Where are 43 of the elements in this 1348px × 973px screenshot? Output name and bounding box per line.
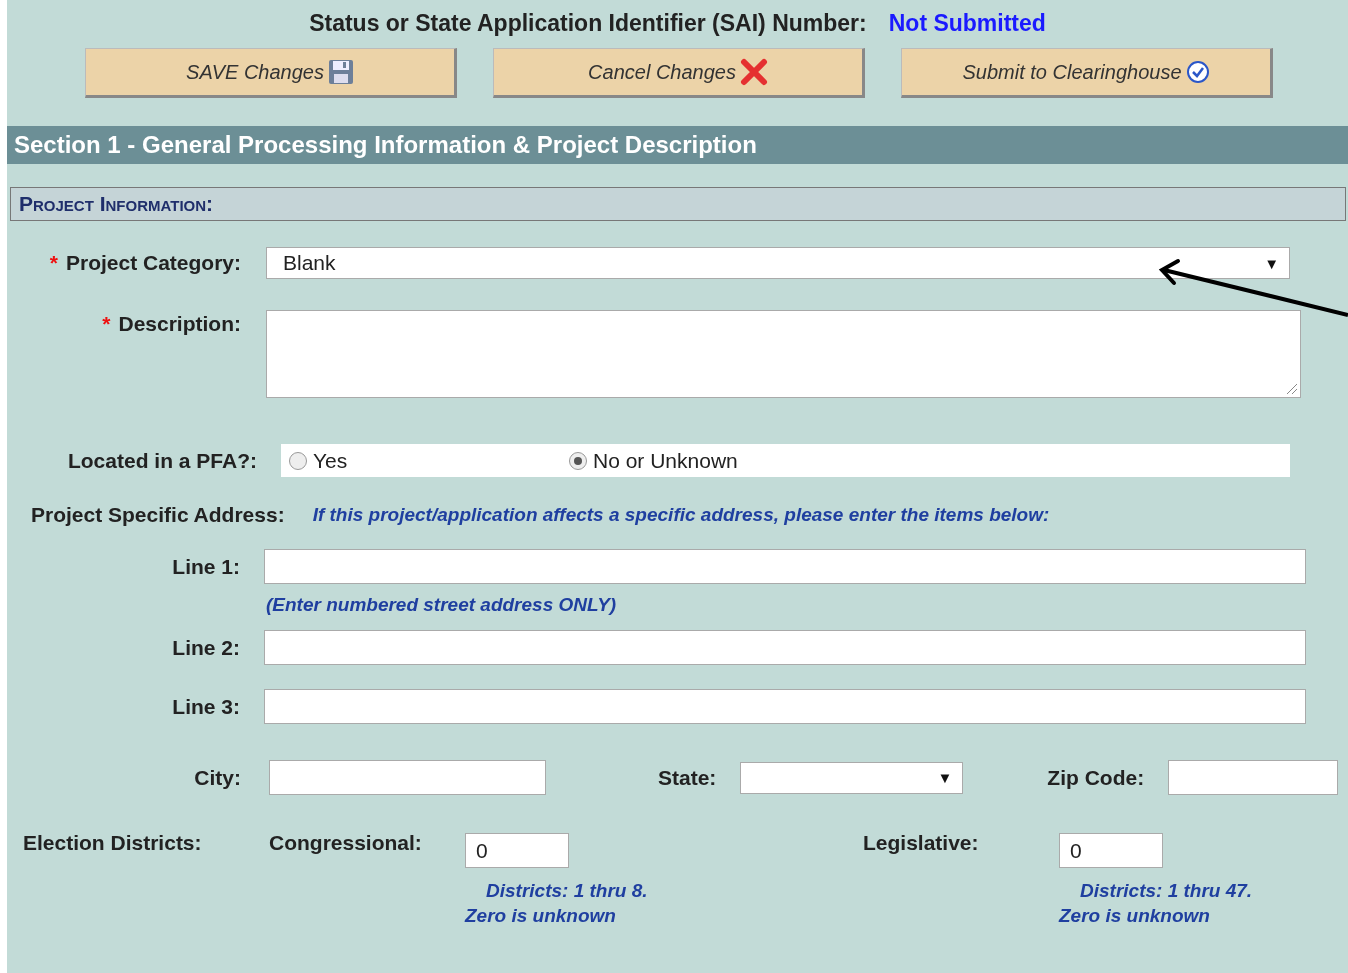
address-field[interactable] — [264, 630, 1306, 665]
sai-label: Status or State Application Identifier (SAI) Number: — [309, 10, 867, 38]
zip-field[interactable] — [1168, 760, 1339, 795]
field-label: Legislative: — [863, 831, 980, 856]
cancel-button[interactable]: Cancel Changes — [493, 48, 865, 98]
check-circle-icon — [1185, 60, 1210, 84]
field-label: Project Specific Address: — [31, 503, 285, 527]
section-header: Section 1 - General Processing Information & Project Description — [7, 126, 1348, 164]
field-label: City: — [194, 765, 241, 789]
status-value: Not Submitted — [888, 10, 1046, 38]
field-label: Congressional: — [269, 831, 423, 856]
instruction-text: If this project/application affects a specific address, please enter the items below: — [312, 504, 1050, 526]
submit-button[interactable]: Submit to Clearinghouse — [901, 48, 1273, 98]
field-label: Line 3: — [172, 694, 240, 718]
address-field[interactable] — [264, 549, 1306, 584]
close-icon — [739, 58, 768, 86]
save-button[interactable]: SAVE Changes — [85, 48, 457, 98]
description-field[interactable] — [266, 310, 1301, 398]
state-dropdown[interactable]: ▼ — [740, 761, 964, 794]
hint-text: Zero is unknown — [465, 904, 617, 928]
hint-text: Districts: 1 thru 8. — [486, 879, 648, 903]
required-asterisk: * — [49, 251, 58, 274]
hint-text: Zero is unknown — [1059, 904, 1211, 928]
field-label: Election Districts: — [23, 831, 203, 855]
radio-option[interactable]: No or Unknown — [561, 448, 738, 473]
district-field[interactable]: 0 — [1059, 833, 1163, 868]
category-dropdown[interactable]: Blank ▼ — [266, 247, 1290, 279]
subsection-header: Project Information: — [10, 187, 1346, 221]
field-label: Line 2: — [172, 635, 240, 659]
field-label: State: — [658, 765, 717, 790]
field-label: Description: — [118, 312, 241, 335]
hint-text: Districts: 1 thru 47. — [1080, 879, 1253, 903]
resize-grip-icon — [1286, 383, 1298, 395]
field-label: Located in a PFA?: — [67, 448, 257, 472]
field-label: Zip Code: — [1047, 765, 1145, 790]
city-field[interactable] — [269, 760, 546, 795]
field-label: Line 1: — [172, 554, 240, 578]
field-label: Project Category: — [65, 251, 241, 274]
required-asterisk: * — [102, 312, 111, 335]
district-field[interactable]: 0 — [465, 833, 569, 868]
address-field[interactable] — [264, 689, 1306, 724]
hint-text: (Enter numbered street address ONLY) — [266, 594, 617, 615]
radio-option[interactable]: Yes — [281, 448, 561, 473]
